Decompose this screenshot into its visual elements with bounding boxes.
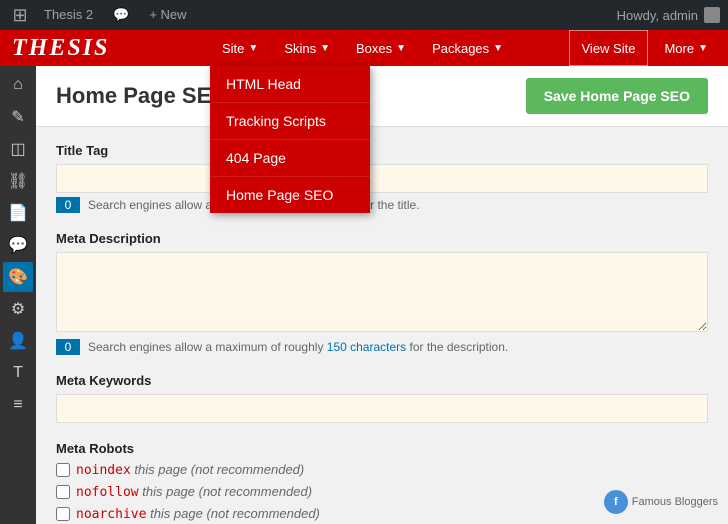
site-name-link[interactable]: Thesis 2 [36,0,101,30]
sidebar-icon-pages[interactable]: 📄 [3,198,33,228]
boxes-menu-button[interactable]: Boxes ▼ [344,30,418,66]
title-tag-input[interactable] [56,164,708,193]
sidebar-icon-settings[interactable]: ≡ [3,390,33,420]
title-tag-counter-row: 0 Search engines allow a maximum of 70 c… [56,197,708,213]
noarchive-text: this page (not recommended) [150,506,320,521]
more-arrow: ▼ [698,43,708,54]
noindex-code: noindex [76,463,131,478]
famous-bloggers-text: Famous Bloggers [632,496,718,508]
skins-arrow: ▼ [320,43,330,54]
nofollow-label: nofollow this page (not recommended) [76,484,312,500]
dropdown-404-page[interactable]: 404 Page [210,140,370,177]
site-dropdown: HTML Head Tracking Scripts 404 Page Home… [210,66,370,213]
sidebar-icon-links[interactable]: ⛓ [3,166,33,196]
content-area: Title Tag 0 Search engines allow a maxim… [36,127,728,524]
admin-bar-right: Howdy, admin [617,7,720,23]
sidebar-icon-tools[interactable]: T [3,358,33,388]
site-menu[interactable]: Site ▼ HTML Head Tracking Scripts 404 Pa… [210,30,270,66]
noarchive-checkbox[interactable] [56,507,70,521]
dropdown-tracking-scripts[interactable]: Tracking Scripts [210,103,370,140]
noindex-checkbox[interactable] [56,463,70,477]
packages-menu-button[interactable]: Packages ▼ [420,30,515,66]
sidebar: ⌂ ✎ ◫ ⛓ 📄 💬 🎨 ⚙ 👤 T ≡ [0,66,36,524]
site-menu-button[interactable]: Site ▼ [210,30,270,66]
meta-keywords-field: Meta Keywords [56,373,708,423]
page-header: Home Page SEO Save Home Page SEO [36,66,728,127]
dropdown-home-page-seo[interactable]: Home Page SEO [210,177,370,213]
more-menu-button[interactable]: More ▼ [652,30,720,66]
sidebar-icon-dashboard[interactable]: ⌂ [3,70,33,100]
title-tag-field: Title Tag 0 Search engines allow a maxim… [56,143,708,213]
meta-description-input[interactable] [56,252,708,332]
meta-description-char-count: 0 [56,339,80,355]
noindex-label: noindex this page (not recommended) [76,462,304,478]
view-site-button[interactable]: View Site [569,30,649,66]
noindex-row: noindex this page (not recommended) [56,462,708,478]
nav-right: View Site More ▼ [565,30,728,66]
thesis-logo-text: THESIS [12,35,109,62]
meta-keywords-label: Meta Keywords [56,373,708,388]
save-button[interactable]: Save Home Page SEO [526,78,708,114]
boxes-arrow: ▼ [396,43,406,54]
page-title: Home Page SEO [56,83,228,109]
meta-keywords-input[interactable] [56,394,708,423]
sidebar-icon-posts[interactable]: ✎ [3,102,33,132]
sidebar-icon-media[interactable]: ◫ [3,134,33,164]
famous-bloggers-logo: f Famous Bloggers [604,490,718,514]
noindex-text: this page (not recommended) [134,462,304,477]
admin-avatar [704,7,720,23]
comment-link[interactable]: 💬 [105,0,137,30]
wordpress-icon[interactable]: ⊞ [8,3,32,27]
sidebar-icon-plugins[interactable]: ⚙ [3,294,33,324]
noarchive-code: noarchive [76,507,146,522]
sidebar-icon-comments[interactable]: 💬 [3,230,33,260]
fb-logo-icon: f [604,490,628,514]
meta-description-label: Meta Description [56,231,708,246]
meta-robots-label: Meta Robots [56,441,708,456]
title-tag-label: Title Tag [56,143,708,158]
main-content: Home Page SEO Save Home Page SEO Title T… [36,66,728,524]
site-menu-arrow: ▼ [248,43,258,54]
meta-description-field: Meta Description 0 Search engines allow … [56,231,708,355]
dropdown-html-head[interactable]: HTML Head [210,66,370,103]
noarchive-label: noarchive this page (not recommended) [76,506,320,522]
nofollow-checkbox[interactable] [56,485,70,499]
meta-description-counter-row: 0 Search engines allow a maximum of roug… [56,339,708,355]
thesis-logo: THESIS [0,30,210,66]
title-tag-char-count: 0 [56,197,80,213]
nofollow-code: nofollow [76,485,139,500]
skins-menu-button[interactable]: Skins ▼ [272,30,342,66]
admin-bar-left: ⊞ Thesis 2 💬 + New [8,0,195,30]
howdy-text: Howdy, admin [617,8,698,23]
sidebar-icon-users[interactable]: 👤 [3,326,33,356]
packages-arrow: ▼ [493,43,503,54]
new-content-link[interactable]: + New [141,0,194,30]
sidebar-icon-appearance[interactable]: 🎨 [3,262,33,292]
meta-description-hint: Search engines allow a maximum of roughl… [88,340,508,354]
nofollow-text: this page (not recommended) [142,484,312,499]
thesis-navbar: THESIS Site ▼ HTML Head Tracking Scripts… [0,30,728,66]
meta-description-hint-em: 150 characters [327,340,406,354]
admin-bar: ⊞ Thesis 2 💬 + New Howdy, admin [0,0,728,30]
